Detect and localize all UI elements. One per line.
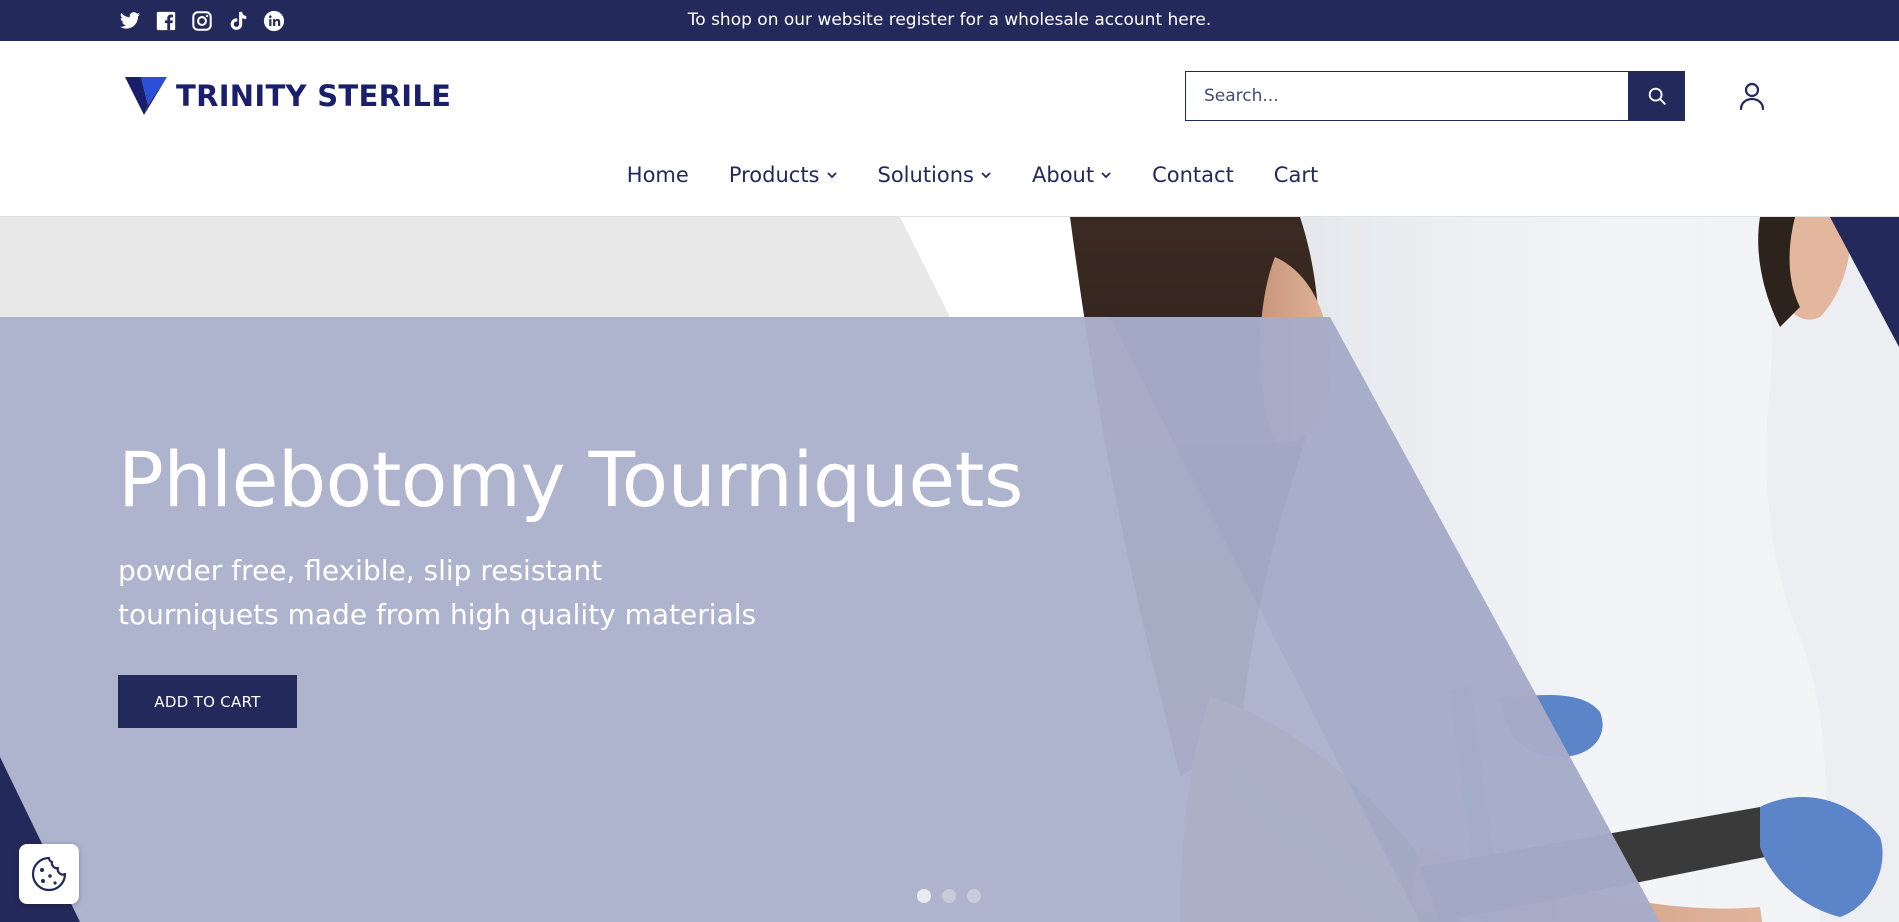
instagram-icon[interactable] (190, 9, 214, 33)
slider-dots (917, 889, 981, 903)
slider-dot-1[interactable] (917, 889, 931, 903)
nav-home[interactable]: Home (627, 163, 689, 187)
main-nav: Home Products Solutions About Contact Ca… (0, 163, 1899, 187)
nav-contact[interactable]: Contact (1152, 163, 1234, 187)
cookie-settings-button[interactable] (19, 844, 79, 904)
slider-dot-3[interactable] (967, 889, 981, 903)
nav-label: Home (626, 163, 689, 187)
chevron-down-icon (981, 172, 991, 179)
chevron-down-icon (826, 172, 837, 179)
search-bar (1185, 71, 1685, 121)
nav-about[interactable]: About (1032, 163, 1112, 187)
search-input[interactable] (1185, 71, 1629, 121)
nav-label: About (1032, 163, 1095, 187)
hero-title: Phlebotomy Tourniquets (118, 435, 1024, 524)
cookie-icon (31, 856, 67, 892)
nav-products[interactable]: Products (729, 163, 838, 187)
linkedin-icon[interactable] (262, 9, 286, 33)
search-button[interactable] (1628, 71, 1685, 121)
hero-subtitle-line-1: powder free, flexible, slip resistant (118, 554, 603, 587)
add-to-cart-button[interactable]: ADD TO CART (118, 675, 297, 728)
nav-label: Solutions (877, 163, 975, 187)
social-links (118, 0, 286, 41)
logo-text: TRINITY STERILE (176, 79, 452, 113)
chevron-down-icon (1101, 172, 1111, 179)
logo-mark-icon (125, 77, 167, 115)
announcement-bar: To shop on our website register for a wh… (0, 0, 1899, 41)
nav-solutions[interactable]: Solutions (878, 163, 993, 187)
user-icon (1739, 82, 1765, 111)
hero-slider: Phlebotomy Tourniquets powder free, flex… (0, 217, 1899, 922)
logo[interactable]: TRINITY STERILE (124, 75, 451, 117)
nav-label: Cart (1273, 163, 1319, 187)
hero-subtitle: powder free, flexible, slip resistant to… (118, 549, 756, 637)
hero-subtitle-line-2: tourniquets made from high quality mater… (118, 598, 757, 631)
twitter-icon[interactable] (118, 9, 142, 33)
nav-cart[interactable]: Cart (1274, 163, 1318, 187)
tiktok-icon[interactable] (226, 9, 250, 33)
account-button[interactable] (1736, 79, 1768, 113)
slider-dot-2[interactable] (942, 889, 956, 903)
nav-label: Products (728, 163, 820, 187)
site-header: TRINITY STERILE Home Products Solutions … (0, 41, 1899, 217)
search-icon (1648, 87, 1666, 105)
facebook-icon[interactable] (154, 9, 178, 33)
nav-label: Contact (1152, 163, 1234, 187)
